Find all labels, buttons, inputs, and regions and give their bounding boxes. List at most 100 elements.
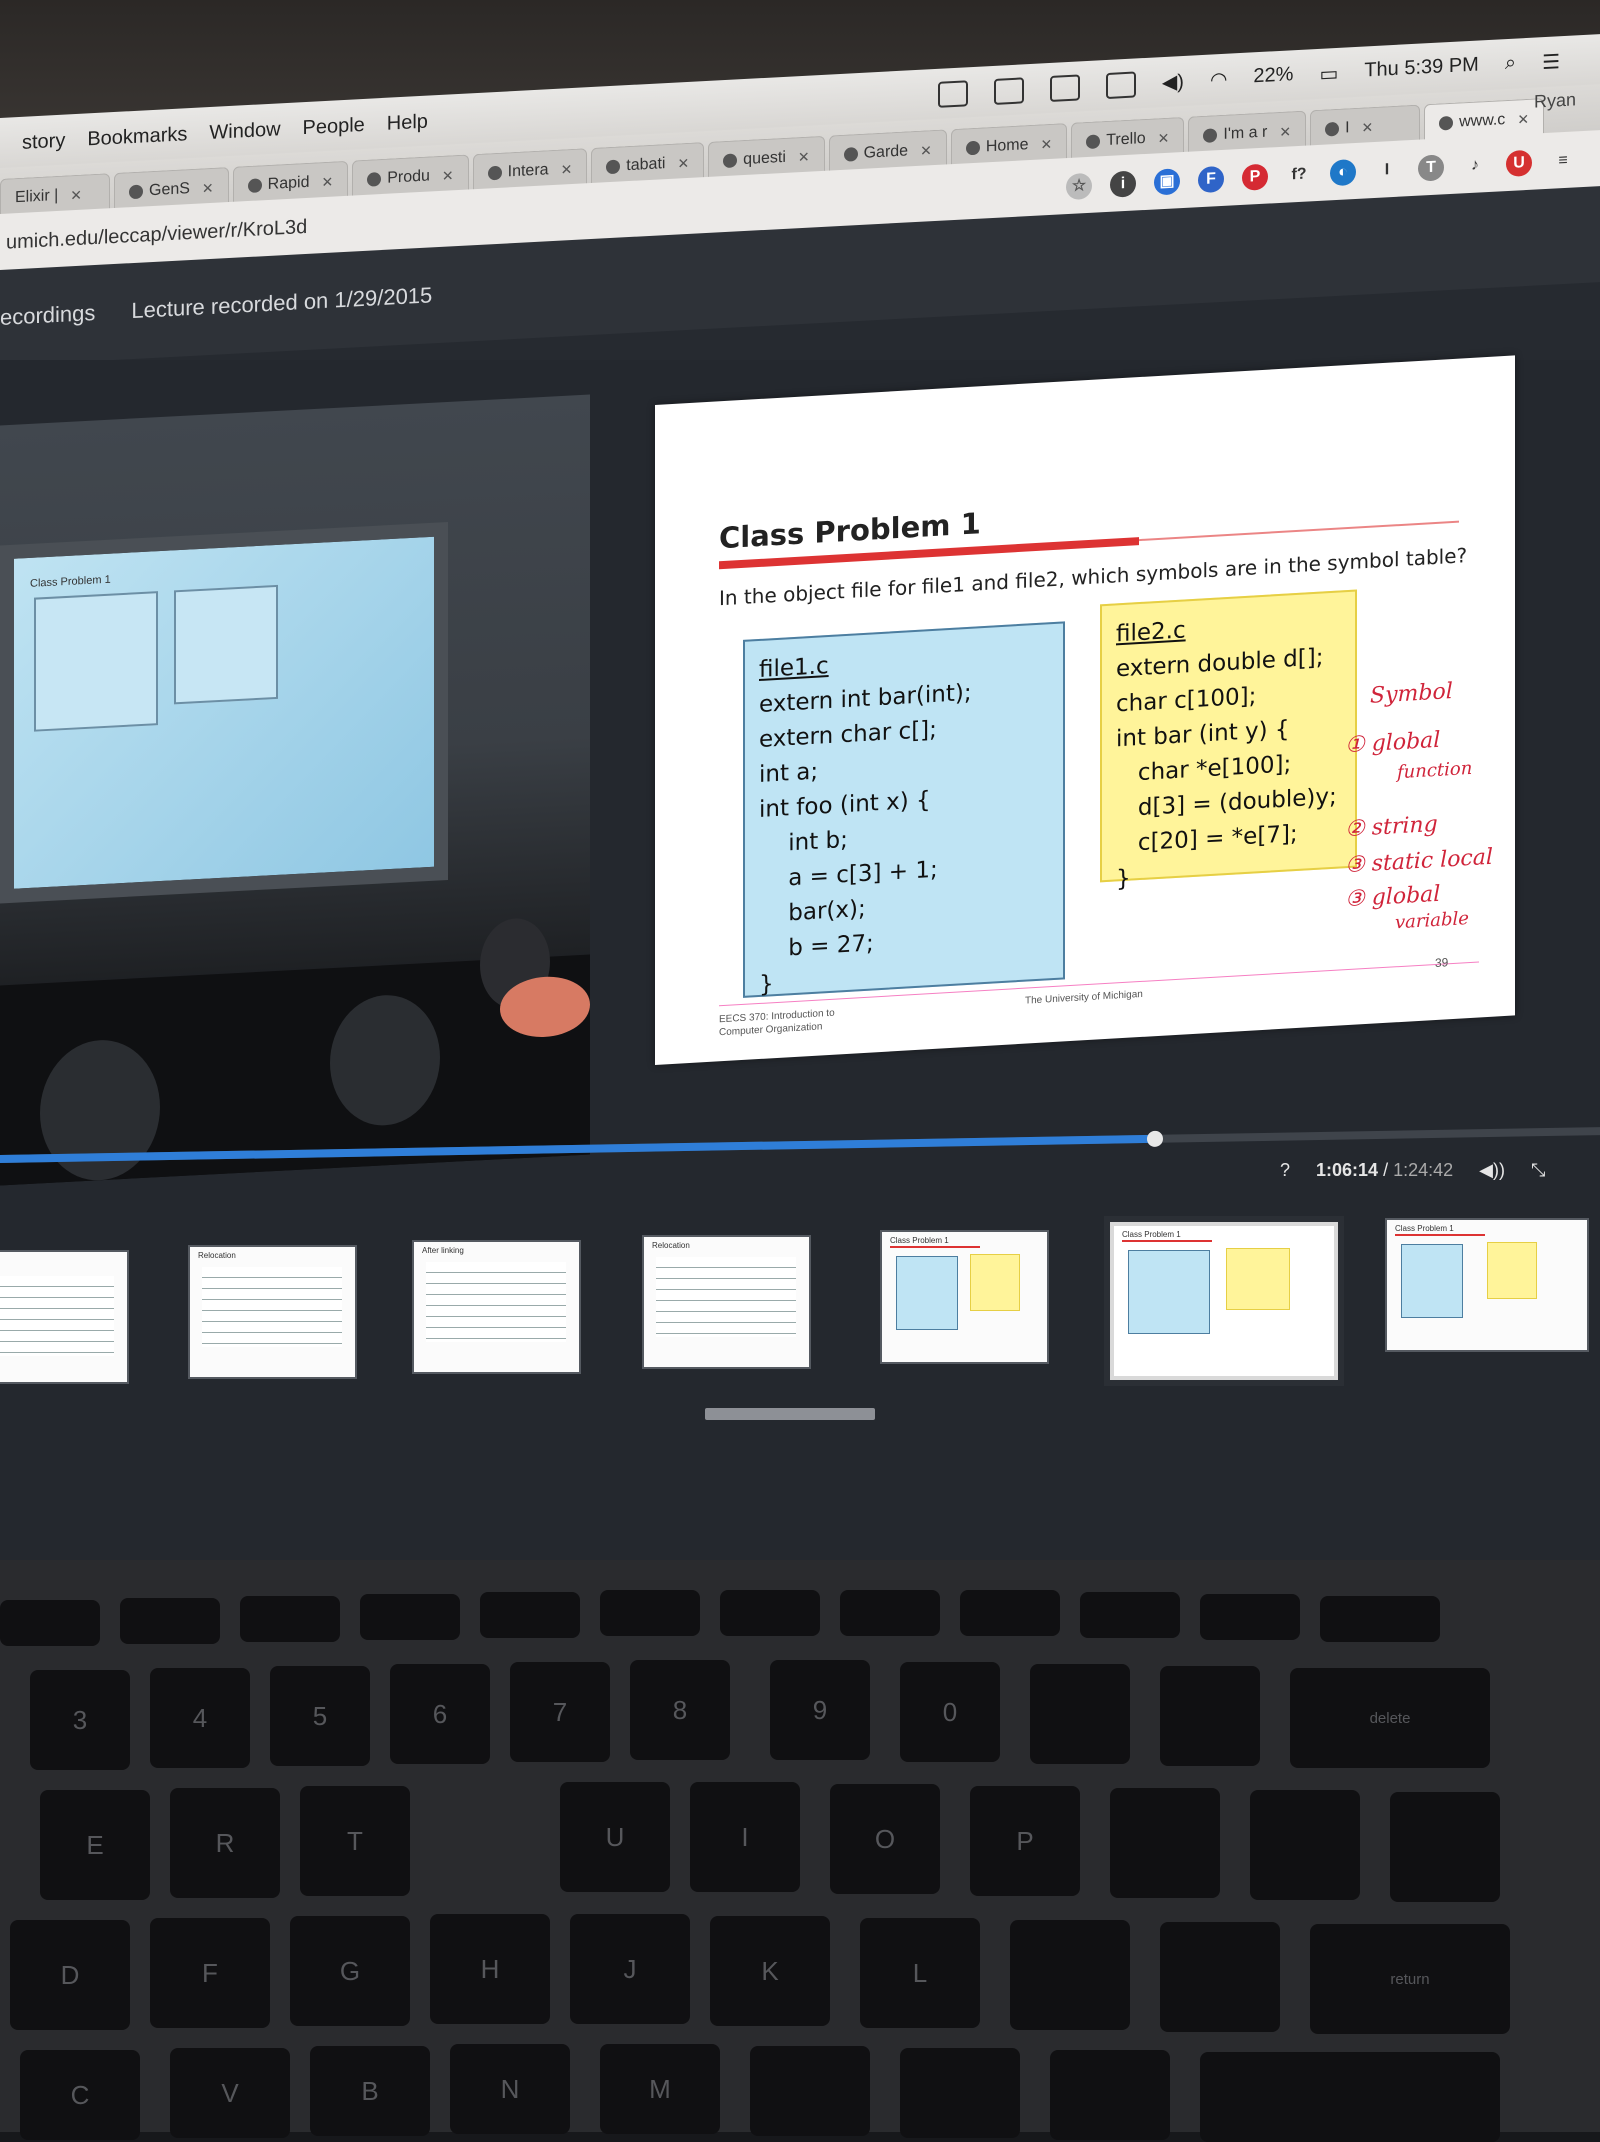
close-icon[interactable]: ✕ xyxy=(677,154,689,172)
volume-icon[interactable]: ◀) xyxy=(1162,69,1184,96)
close-icon[interactable]: ✕ xyxy=(442,167,454,185)
github-icon xyxy=(1086,134,1101,150)
key-7: 7 xyxy=(510,1662,610,1762)
menu-icon[interactable]: ≡ xyxy=(1550,147,1576,174)
viewer-content: Class Problem 1 Class Problem 1 In the o… xyxy=(0,355,1600,1560)
microphone-icon[interactable]: ♪ xyxy=(1462,152,1488,179)
close-icon[interactable]: ✕ xyxy=(1041,135,1053,153)
lecture-camera-feed[interactable]: Class Problem 1 xyxy=(0,394,590,1186)
slide-footer-university: The University of Michigan xyxy=(1025,988,1143,1007)
key-slash xyxy=(1050,2050,1170,2140)
key-l: L xyxy=(860,1918,980,2028)
menu-help[interactable]: Help xyxy=(387,110,428,135)
fullscreen-icon[interactable]: ⤡ xyxy=(1531,1160,1545,1181)
menu-window[interactable]: Window xyxy=(209,118,280,145)
url-field[interactable]: umich.edu/leccap/viewer/r/KroL3d xyxy=(0,215,307,254)
slide-thumbnail[interactable]: Class Problem 1 xyxy=(1385,1218,1589,1352)
slide-thumbnail[interactable]: Relocation xyxy=(188,1245,357,1379)
time-display: 1:06:14 / 1:24:42 xyxy=(1316,1160,1453,1181)
slide-thumbnail[interactable] xyxy=(0,1250,129,1384)
help-button[interactable]: ? xyxy=(1280,1160,1290,1181)
bookmark-star-icon[interactable]: ☆ xyxy=(1066,172,1092,201)
battery-percent[interactable]: 22% xyxy=(1253,63,1293,91)
clock[interactable]: Thu 5:39 PM xyxy=(1364,53,1479,85)
thumbnail-file2 xyxy=(1487,1242,1537,1299)
time-machine-icon[interactable] xyxy=(1105,71,1136,100)
spotlight-icon[interactable]: ⌕ xyxy=(1505,52,1516,79)
menu-bookmarks[interactable]: Bookmarks xyxy=(87,123,187,151)
extension-icon[interactable]: I xyxy=(1374,157,1400,184)
close-icon[interactable]: ✕ xyxy=(1158,129,1170,147)
key-p: P xyxy=(970,1786,1080,1896)
volume-icon[interactable]: ◀)) xyxy=(1479,1160,1505,1181)
key-backslash xyxy=(1390,1792,1500,1902)
thumbnail-title: After linking xyxy=(422,1246,464,1255)
slide-footer-course: EECS 370: Introduction to Computer Organ… xyxy=(719,1007,835,1039)
key-f5 xyxy=(360,1594,460,1640)
slide-thumbnail[interactable]: Relocation xyxy=(642,1235,811,1369)
close-icon[interactable]: ✕ xyxy=(70,186,82,204)
key-f9 xyxy=(840,1590,940,1636)
menu-history[interactable]: story xyxy=(22,129,65,154)
extension-icon[interactable]: T xyxy=(1418,154,1444,182)
notification-center-icon[interactable]: ☰ xyxy=(1542,49,1560,76)
recordings-link[interactable]: ecordings xyxy=(0,300,95,331)
battery-icon[interactable]: ▭ xyxy=(1319,61,1338,88)
student-head xyxy=(330,992,440,1129)
extension-icon[interactable]: F xyxy=(1198,165,1224,194)
time-separator: / xyxy=(1383,1160,1389,1180)
lecture-title: Lecture recorded on 1/29/2015 xyxy=(131,282,433,324)
thumbnail-content xyxy=(0,1276,114,1356)
pinterest-icon[interactable]: P xyxy=(1242,163,1268,191)
thumbnail-file1 xyxy=(1128,1250,1210,1334)
info-icon[interactable] xyxy=(993,77,1024,105)
menu-people[interactable]: People xyxy=(303,113,365,139)
key-f2 xyxy=(0,1600,100,1646)
wifi-icon[interactable]: ◠ xyxy=(1210,67,1227,94)
tab-label: www.c xyxy=(1459,111,1506,131)
playback-controls: ? 1:06:14 / 1:24:42 ◀)) ⤡ xyxy=(1280,1160,1545,1181)
key-shift-right xyxy=(1200,2052,1500,2142)
tab-label: tabati xyxy=(626,155,666,175)
title-underline xyxy=(1139,520,1459,542)
key-return: return xyxy=(1310,1924,1510,2034)
tab-label: Produ xyxy=(387,167,430,187)
key-equals xyxy=(1160,1666,1260,1766)
close-icon[interactable]: ✕ xyxy=(1279,123,1291,141)
key-c: C xyxy=(20,2050,140,2140)
thumbnail-rule xyxy=(1395,1234,1485,1236)
profile-name[interactable]: Ryan xyxy=(1534,89,1576,112)
key-5: 5 xyxy=(270,1666,370,1766)
close-icon[interactable]: ✕ xyxy=(202,179,214,197)
favicon xyxy=(1325,121,1340,137)
extension-icon[interactable]: ◐ xyxy=(1330,158,1356,187)
close-icon[interactable]: ✕ xyxy=(561,161,573,179)
key-d: D xyxy=(10,1920,130,2030)
extension-icon[interactable]: U xyxy=(1506,149,1532,178)
notification-icon[interactable] xyxy=(1049,74,1080,102)
key-f8 xyxy=(720,1590,820,1636)
dropbox-icon[interactable] xyxy=(937,80,968,108)
close-icon[interactable]: ✕ xyxy=(920,142,932,160)
close-icon[interactable]: ✕ xyxy=(321,173,333,191)
extension-icon[interactable]: f? xyxy=(1286,161,1312,188)
key-delete: delete xyxy=(1290,1668,1490,1768)
thumbnail-file1 xyxy=(1401,1244,1463,1318)
key-o: O xyxy=(830,1784,940,1894)
key-k: K xyxy=(710,1916,830,2026)
slide-thumbnail-selected[interactable]: Class Problem 1 xyxy=(1110,1222,1338,1380)
info-icon[interactable]: i xyxy=(1110,170,1136,198)
annotation: ② string xyxy=(1345,811,1438,843)
close-icon[interactable]: ✕ xyxy=(1362,119,1374,137)
key-f4 xyxy=(240,1596,340,1642)
key-semicolon xyxy=(1010,1920,1130,2030)
key-bracket-left xyxy=(1110,1788,1220,1898)
thumbnail-scrollbar[interactable] xyxy=(705,1408,875,1420)
extension-icon[interactable]: ▣ xyxy=(1154,168,1180,196)
progress-handle[interactable] xyxy=(1147,1130,1164,1147)
slide-thumbnail[interactable]: After linking xyxy=(412,1240,581,1374)
close-icon[interactable]: ✕ xyxy=(1517,110,1529,128)
key-minus xyxy=(1030,1664,1130,1764)
slide-thumbnail[interactable]: Class Problem 1 xyxy=(880,1230,1049,1364)
close-icon[interactable]: ✕ xyxy=(798,148,810,166)
